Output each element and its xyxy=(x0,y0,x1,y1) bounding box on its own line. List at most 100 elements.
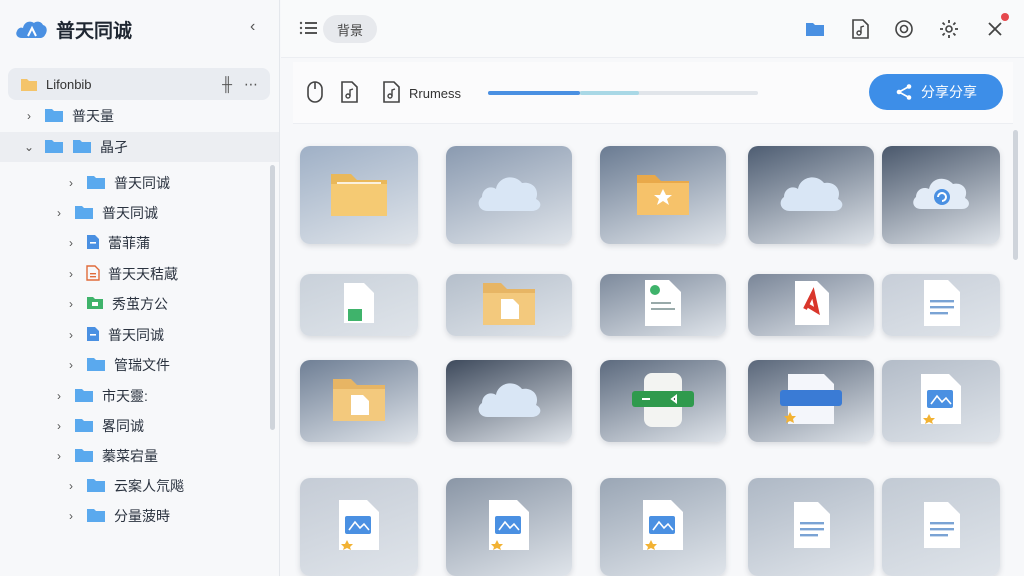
folder-icon[interactable] xyxy=(803,17,827,41)
file-tile[interactable] xyxy=(446,360,572,442)
chevron-right-icon[interactable]: › xyxy=(52,389,66,403)
sidebar-item[interactable]: › 蓁菜宕量 xyxy=(52,443,158,469)
file-tile[interactable] xyxy=(300,146,418,244)
music-file-icon[interactable] xyxy=(379,80,403,104)
sidebar: 普天同诚 ‹ Lifonbib ╫ ⋯ › 普天量 ⌄ 晶孑 › 普天同诚 › 普天同诚 › 蕾菲… xyxy=(0,0,280,576)
file-tile[interactable] xyxy=(600,360,726,442)
sidebar-scrollbar[interactable] xyxy=(270,165,275,430)
file-tile[interactable] xyxy=(446,478,572,576)
file-tile[interactable] xyxy=(882,478,1000,576)
sidebar-item[interactable]: ⌄ 晶孑 xyxy=(0,132,279,162)
chevron-down-icon[interactable]: ⌄ xyxy=(22,140,36,154)
sidebar-item[interactable]: › 普天量 xyxy=(22,103,114,129)
add-icon[interactable]: ╫ xyxy=(222,76,232,92)
file-tile[interactable] xyxy=(882,274,1000,336)
chevron-right-icon[interactable]: › xyxy=(52,419,66,433)
chevron-right-icon[interactable]: › xyxy=(22,109,36,123)
sidebar-item-label: 普天天秸蔵 xyxy=(108,266,178,282)
sidebar-item-label: 普天量 xyxy=(72,108,114,124)
folder-icon xyxy=(72,138,92,157)
chevron-right-icon[interactable]: › xyxy=(52,449,66,463)
file-tile[interactable] xyxy=(300,274,418,336)
doc-green-icon xyxy=(342,281,376,330)
progress-label: Rrumess xyxy=(409,86,462,101)
cloud-sync-icon xyxy=(909,173,973,218)
sidebar-item[interactable]: › 市天靈: xyxy=(52,383,148,409)
file-tile[interactable] xyxy=(600,146,726,244)
sidebar-root[interactable]: Lifonbib ╫ ⋯ xyxy=(8,68,270,100)
folder-icon xyxy=(329,168,389,223)
sync-icon[interactable] xyxy=(892,17,916,41)
folder-icon xyxy=(86,477,106,496)
chevron-right-icon[interactable]: › xyxy=(52,206,66,220)
file-tile[interactable] xyxy=(748,478,874,576)
chevron-right-icon[interactable]: › xyxy=(64,328,78,342)
sidebar-item-label: 蕾菲蒲 xyxy=(108,235,150,251)
music-file-icon[interactable] xyxy=(337,80,361,104)
top-bar: 背景 xyxy=(281,0,1024,58)
chevron-right-icon[interactable]: › xyxy=(64,297,78,311)
folder-icon xyxy=(86,356,106,375)
folder-icon xyxy=(86,507,106,526)
folder-icon xyxy=(44,138,64,157)
folder-icon xyxy=(21,78,37,91)
app-title: 普天同诚 xyxy=(56,20,133,42)
folder-green-icon xyxy=(86,295,104,313)
sidebar-item[interactable]: › 普天天秸蔵 xyxy=(64,261,178,287)
cloud-icon xyxy=(474,377,544,426)
sidebar-item-label: 市天靈: xyxy=(102,388,148,404)
file-tile[interactable] xyxy=(446,274,572,336)
sidebar-item[interactable]: › 秀茧方公 xyxy=(64,291,168,317)
folder-icon xyxy=(74,387,94,406)
cloud-logo-icon xyxy=(16,21,47,38)
sidebar-item-label: 蓁菜宕量 xyxy=(102,448,158,464)
doc-image-icon xyxy=(917,372,965,431)
sidebar-item[interactable]: › 蕾菲蒲 xyxy=(64,230,150,256)
close-icon[interactable] xyxy=(983,13,1009,41)
more-icon[interactable]: ⋯ xyxy=(244,76,258,93)
share-icon xyxy=(896,84,912,100)
sidebar-item[interactable]: › 普天同诚 xyxy=(64,170,170,196)
share-button[interactable]: 分享分享 xyxy=(869,74,1003,110)
file-tile[interactable] xyxy=(600,274,726,336)
folder-icon xyxy=(74,204,94,223)
file-grid xyxy=(300,146,1005,576)
sidebar-item[interactable]: › 云案人氘飚 xyxy=(64,473,184,499)
doc-green-circle-icon xyxy=(641,278,685,333)
sidebar-item[interactable]: › 畧同诚 xyxy=(52,413,144,439)
search-pill[interactable]: 背景 xyxy=(323,15,377,43)
grid-scrollbar[interactable] xyxy=(1013,130,1018,260)
sidebar-root-label: Lifonbib xyxy=(46,76,92,92)
chevron-right-icon[interactable]: › xyxy=(64,509,78,523)
file-tile[interactable] xyxy=(600,478,726,576)
chevron-right-icon[interactable]: › xyxy=(64,236,78,250)
doc-blue-icon xyxy=(86,234,100,253)
file-tile[interactable] xyxy=(300,360,418,442)
doc-image-icon xyxy=(335,498,383,557)
notification-badge xyxy=(1001,13,1009,21)
file-tile[interactable] xyxy=(748,274,874,336)
file-tile[interactable] xyxy=(446,146,572,244)
file-tile[interactable] xyxy=(748,360,874,442)
file-tile[interactable] xyxy=(882,360,1000,442)
progress-fill xyxy=(488,91,580,95)
file-tile[interactable] xyxy=(748,146,874,244)
sidebar-item[interactable]: › 分量菠時 xyxy=(64,503,170,529)
sidebar-item-label: 普天同诚 xyxy=(114,175,170,191)
sidebar-item[interactable]: › 普天同诚 xyxy=(52,200,158,226)
list-view-icon[interactable] xyxy=(299,20,317,36)
file-tile[interactable] xyxy=(300,478,418,576)
settings-icon[interactable] xyxy=(937,17,961,41)
collapse-sidebar-button[interactable]: ‹ xyxy=(250,18,255,36)
sidebar-item[interactable]: › 普天同诚 xyxy=(64,322,164,348)
chevron-right-icon[interactable]: › xyxy=(64,358,78,372)
file-tile[interactable] xyxy=(882,146,1000,244)
chevron-right-icon[interactable]: › xyxy=(64,479,78,493)
mouse-icon[interactable] xyxy=(303,80,327,104)
sidebar-item[interactable]: › 管瑞文件 xyxy=(64,352,170,378)
music-file-icon[interactable] xyxy=(848,17,872,41)
chevron-right-icon[interactable]: › xyxy=(64,176,78,190)
doc-image-icon xyxy=(485,498,533,557)
chevron-right-icon[interactable]: › xyxy=(64,267,78,281)
doc-image-icon xyxy=(639,498,687,557)
